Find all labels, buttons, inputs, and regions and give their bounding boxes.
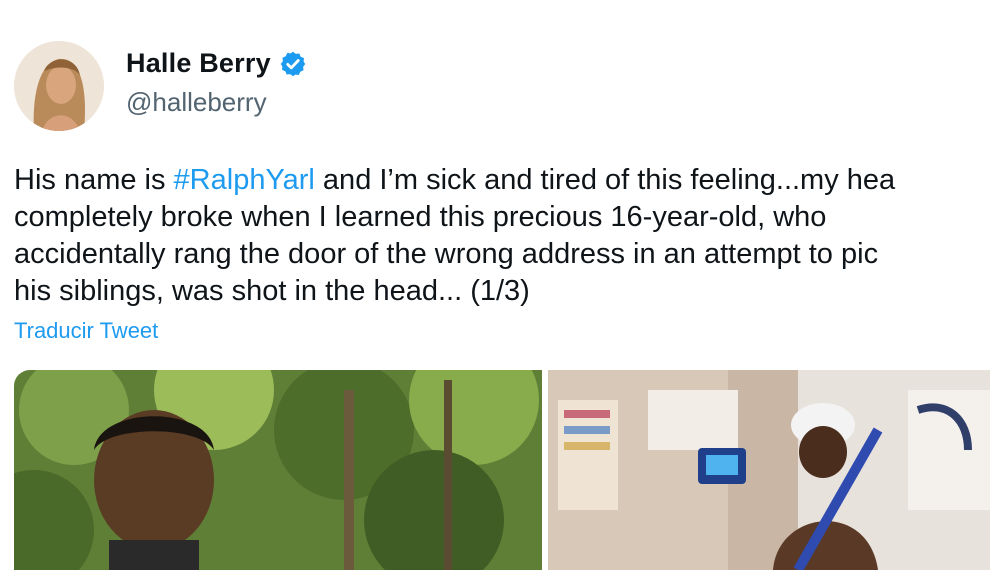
media-photo-1[interactable] xyxy=(14,370,542,570)
author-name-row: Halle Berry xyxy=(126,48,307,79)
tweet-line: completely broke when I learned this pre… xyxy=(14,201,827,233)
portrait-photo xyxy=(14,370,542,570)
tweet-text-segment: and I’m sick and tired of this feeling..… xyxy=(314,164,896,196)
author-display-name[interactable]: Halle Berry xyxy=(126,48,271,79)
tweet-text-segment: His name is xyxy=(14,164,174,196)
media-photo-2[interactable] xyxy=(548,370,990,570)
tweet-line: accidentally rang the door of the wrong … xyxy=(14,238,879,270)
avatar-image xyxy=(14,41,104,131)
hospital-photo xyxy=(548,370,990,570)
verified-badge-icon xyxy=(280,51,306,76)
translate-tweet-link[interactable]: Traducir Tweet xyxy=(14,318,158,344)
tweet-avatar[interactable] xyxy=(14,41,104,131)
tweet-line: his siblings, was shot in the head... (1… xyxy=(14,275,530,307)
hashtag-link[interactable]: #RalphYarl xyxy=(174,164,315,196)
tweet-text: His name is #RalphYarl and I’m sick and … xyxy=(14,162,990,310)
tweet-line: His name is #RalphYarl and I’m sick and … xyxy=(14,162,990,199)
tweet-media xyxy=(14,370,990,570)
author-handle[interactable]: @halleberry xyxy=(126,87,267,118)
